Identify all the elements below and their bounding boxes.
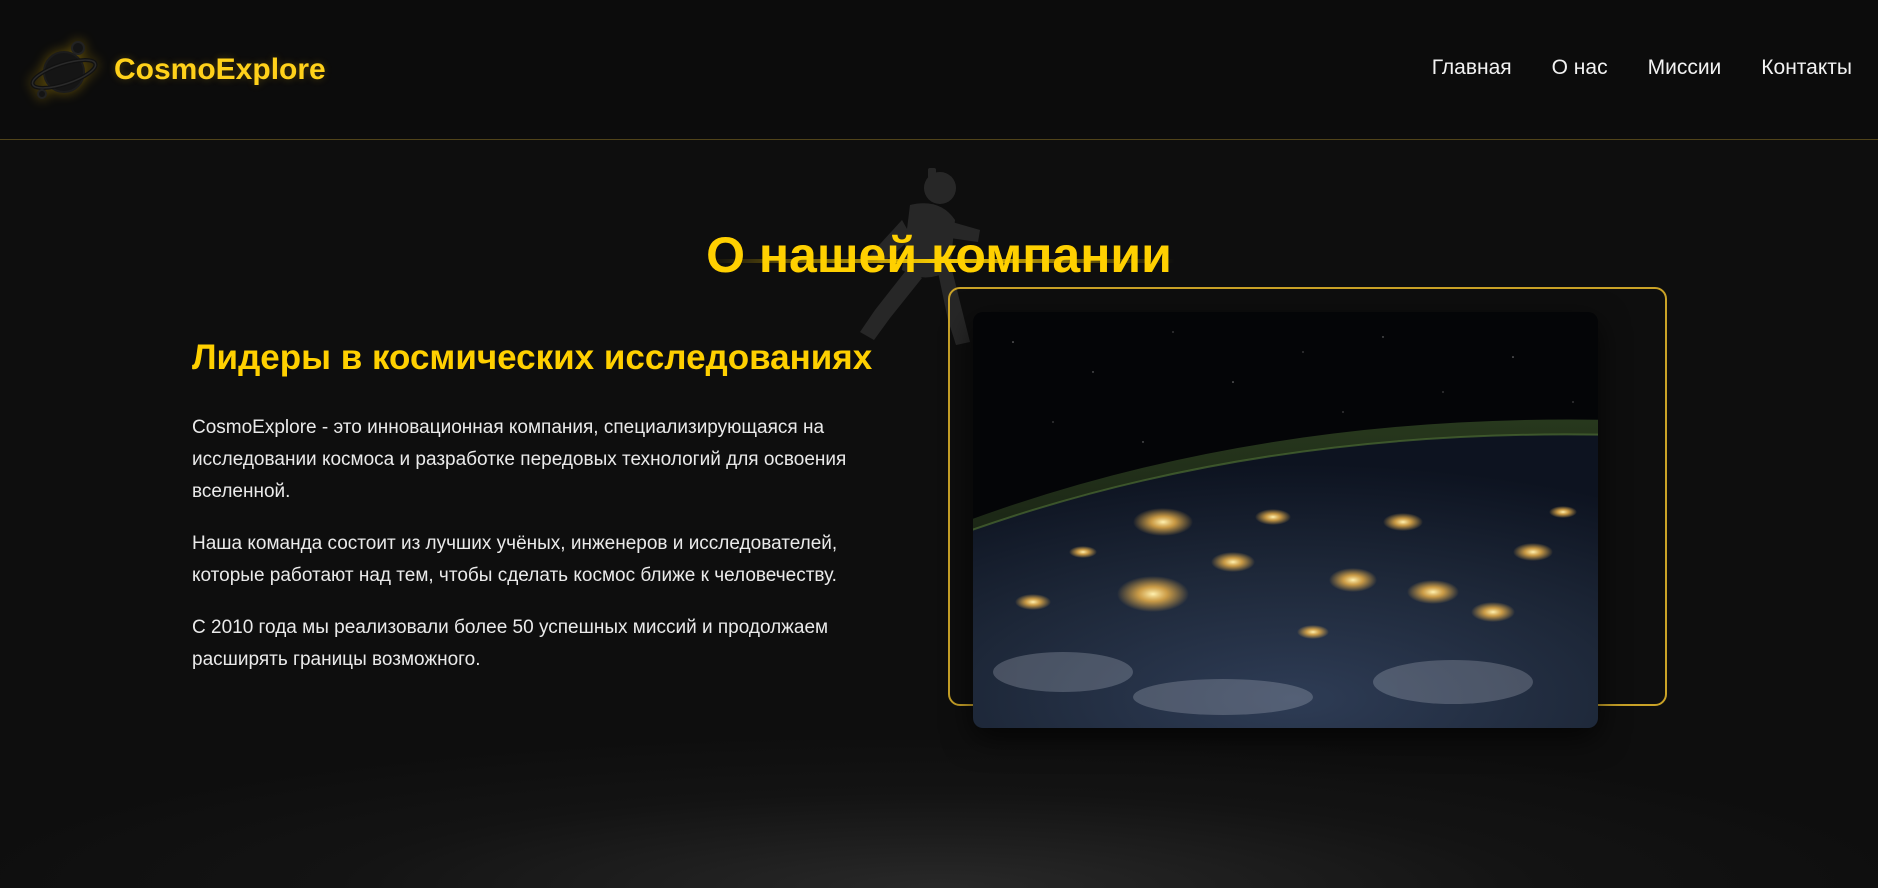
section-title: О нашей компании — [706, 226, 1172, 283]
nav-link-contacts[interactable]: Контакты — [1761, 56, 1852, 80]
about-paragraph: CosmoExplore - это инновационная компани… — [192, 417, 847, 502]
about-paragraph: Наша команда состоит из лучших учёных, и… — [192, 533, 838, 586]
brand-logo[interactable]: CosmoExplore — [28, 34, 326, 106]
nav-link-missions[interactable]: Миссии — [1648, 56, 1722, 80]
nav-link-about[interactable]: О нас — [1552, 56, 1608, 80]
main-nav: Главная О нас Миссии Контакты — [1392, 56, 1852, 80]
site-header: CosmoExplore Главная О нас Миссии Контак… — [0, 0, 1878, 140]
brand-name: CosmoExplore — [114, 53, 326, 86]
about-paragraph: С 2010 года мы реализовали более 50 успе… — [192, 617, 829, 670]
about-text-block: Лидеры в космических исследованиях Cosmo… — [192, 338, 912, 696]
nav-link-home[interactable]: Главная — [1432, 56, 1512, 80]
title-underline — [709, 259, 1175, 263]
planet-icon — [30, 41, 98, 99]
earth-at-night-image — [973, 312, 1598, 728]
about-subheading: Лидеры в космических исследованиях — [192, 338, 873, 377]
page: CosmoExplore Главная О нас Миссии Контак… — [0, 0, 1878, 888]
horizon-glow — [0, 740, 1878, 888]
